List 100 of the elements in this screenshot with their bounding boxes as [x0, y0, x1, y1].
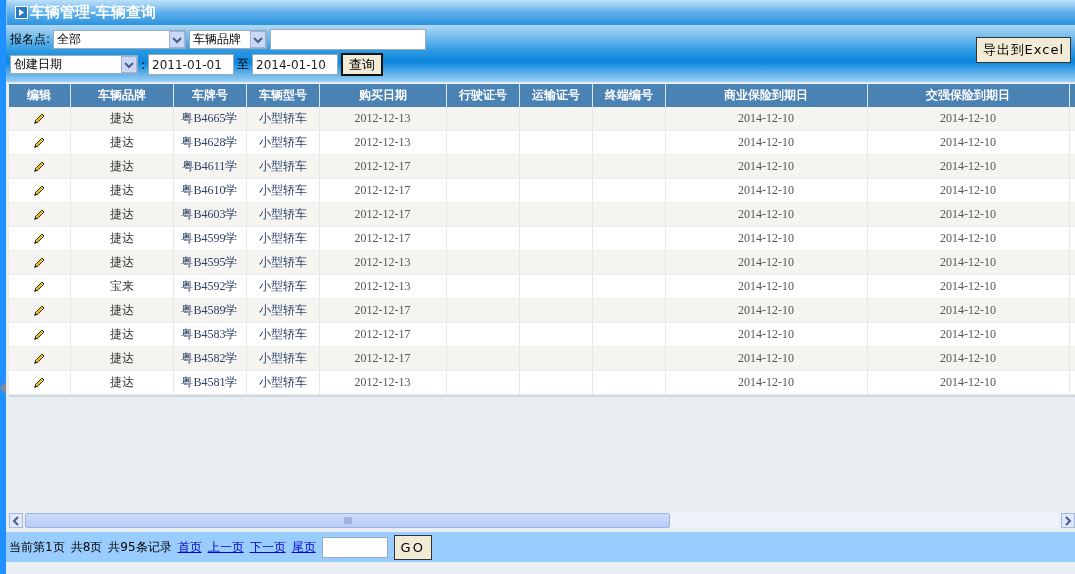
table-cell: 粤B4583学	[173, 322, 246, 347]
table-cell: 小型轿车	[246, 130, 319, 155]
table-cell: 2014-12-10	[867, 346, 1069, 371]
table-cell: 2014-12-10	[867, 370, 1069, 395]
pencil-icon[interactable]	[32, 255, 47, 270]
date-from-field[interactable]: 2011-01-01	[148, 54, 235, 75]
table-cell: 2014-12-10	[867, 130, 1069, 155]
table-cell: 小型轿车	[246, 178, 319, 203]
table-cell: 2014-12-10	[867, 226, 1069, 251]
table-cell: 小型轿车	[246, 154, 319, 179]
play-icon	[15, 6, 28, 19]
export-button[interactable]: 导出到Excel	[975, 37, 1071, 63]
table-cell: 2014-12-10	[867, 202, 1069, 227]
table-cell: 捷达	[70, 370, 173, 395]
table-cell: 2014-12-10	[867, 107, 1069, 131]
date-separator: :	[141, 57, 146, 72]
window-title: 车辆管理-车辆查询	[30, 3, 157, 22]
scroll-left-button[interactable]	[9, 513, 23, 528]
brand-input-field[interactable]	[270, 29, 427, 50]
table-cell: 2014-12-10	[867, 298, 1069, 323]
table-cell: 2014-12-10	[665, 154, 867, 179]
page-number-field[interactable]	[321, 536, 388, 558]
chevron-left-icon	[12, 515, 20, 526]
table-cell: 捷达	[70, 298, 173, 323]
pencil-icon[interactable]	[32, 159, 47, 174]
site-label: 报名点:	[10, 31, 51, 48]
table-cell: 捷达	[70, 250, 173, 275]
table-cell: 小型轿车	[246, 274, 319, 299]
table-cell: 捷达	[70, 178, 173, 203]
table-cell: 2012-12-17	[319, 226, 446, 251]
table-cell: 2014-12-10	[867, 322, 1069, 347]
table-cell: 粤B4581学	[173, 370, 246, 395]
table-cell: 粤B4582学	[173, 346, 246, 371]
pencil-icon[interactable]	[32, 207, 47, 222]
pencil-icon[interactable]	[32, 135, 47, 150]
pencil-icon[interactable]	[32, 303, 47, 318]
table-cell: 2012-12-17	[319, 178, 446, 203]
table-cell: 2014-12-10	[665, 202, 867, 227]
table-cell: 2014-12-10	[867, 154, 1069, 179]
column-header: 车辆型号	[246, 84, 319, 107]
go-button[interactable]: GO	[393, 534, 432, 560]
table-cell: 2012-12-13	[319, 250, 446, 275]
table-cell: 2012-12-13	[319, 130, 446, 155]
page-link[interactable]: 尾页	[291, 538, 316, 556]
page-link[interactable]: 上一页	[207, 538, 244, 556]
date-to-field[interactable]: 2014-01-10	[252, 54, 339, 75]
table-cell: 粤B4603学	[173, 202, 246, 227]
table-cell: 2012-12-17	[319, 322, 446, 347]
table-cell: 小型轿车	[246, 346, 319, 371]
pager-status: 共95条记录	[108, 538, 172, 556]
table-cell: 2014-12-10	[867, 178, 1069, 203]
table-cell: 捷达	[70, 202, 173, 227]
table-cell: 小型轿车	[246, 250, 319, 275]
table-cell: 2014-12-10	[665, 250, 867, 275]
table-cell: 小型轿车	[246, 370, 319, 395]
search-button[interactable]: 查询	[341, 53, 384, 76]
pencil-icon[interactable]	[32, 231, 47, 246]
pencil-icon[interactable]	[32, 375, 47, 390]
page-link[interactable]: 首页	[177, 538, 202, 556]
table-cell: 粤B4592学	[173, 274, 246, 299]
column-header: 编辑	[9, 84, 70, 107]
brand-select[interactable]: 车辆品牌	[189, 30, 268, 49]
site-select[interactable]: 全部	[53, 30, 187, 49]
table-cell: 2014-12-10	[665, 346, 867, 371]
table-cell: 2014-12-10	[665, 274, 867, 299]
table-cell: 2014-12-10	[665, 370, 867, 395]
date-type-select[interactable]: 创建日期	[10, 55, 138, 74]
table-cell: 粤B4628学	[173, 130, 246, 155]
pencil-icon[interactable]	[32, 279, 47, 294]
column-header: 运输证号	[519, 84, 592, 107]
column-header: 行驶证号	[446, 84, 519, 107]
pencil-icon[interactable]	[32, 351, 47, 366]
table-cell: 2012-12-13	[319, 274, 446, 299]
table-cell: 粤B4595学	[173, 250, 246, 275]
table-cell: 小型轿车	[246, 202, 319, 227]
scroll-right-button[interactable]	[1061, 513, 1075, 528]
table-cell: 捷达	[70, 107, 173, 131]
pencil-icon[interactable]	[32, 183, 47, 198]
table-cell: 粤B4611学	[173, 154, 246, 179]
table-cell: 小型轿车	[246, 298, 319, 323]
column-header: 商业保险到期日	[665, 84, 867, 107]
table-cell: 小型轿车	[246, 322, 319, 347]
table-cell: 2014-12-10	[867, 250, 1069, 275]
table-cell: 捷达	[70, 346, 173, 371]
column-header: 购买日期	[319, 84, 446, 107]
table-cell: 2012-12-17	[319, 202, 446, 227]
page-link[interactable]: 下一页	[249, 538, 286, 556]
collapse-handle-icon[interactable]	[0, 382, 6, 394]
table-cell: 捷达	[70, 154, 173, 179]
column-header: 终端编号	[592, 84, 665, 107]
table-cell: 2014-12-10	[867, 274, 1069, 299]
scrollbar-track[interactable]	[25, 513, 1059, 528]
pencil-icon[interactable]	[32, 111, 47, 126]
table-cell: 2014-12-10	[665, 322, 867, 347]
table-cell: 小型轿车	[246, 107, 319, 131]
table-cell: 粤B4610学	[173, 178, 246, 203]
table-cell: 2014-12-10	[665, 226, 867, 251]
scrollbar-thumb[interactable]	[25, 513, 670, 528]
table-cell: 2014-12-10	[665, 298, 867, 323]
pencil-icon[interactable]	[32, 327, 47, 342]
